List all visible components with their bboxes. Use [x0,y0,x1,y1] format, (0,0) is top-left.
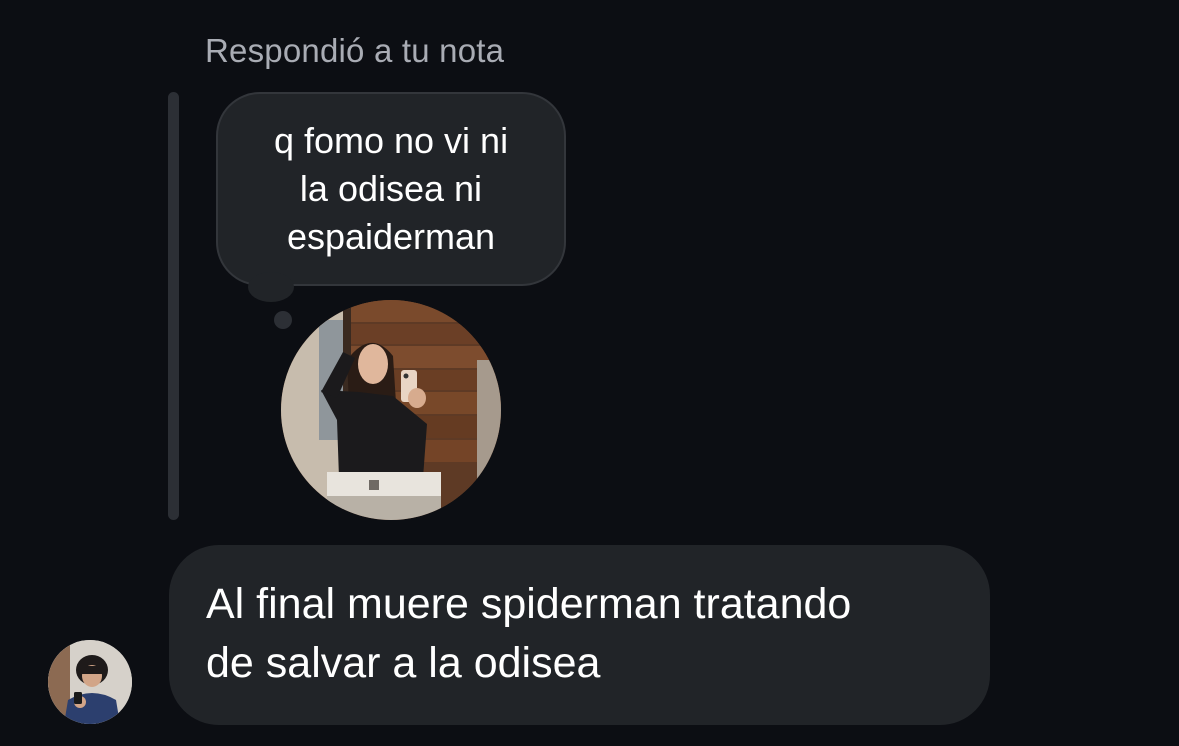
note-bubble[interactable]: q fomo no vi ni la odisea ni espaiderman [216,92,566,286]
message-bubble[interactable]: Al final muere spiderman tratando de sal… [169,545,990,725]
message-text: Al final muere spiderman tratando de sal… [206,575,954,693]
note-text-line: espaiderman [286,216,496,257]
note-thought-dot [274,311,292,329]
message-text-line: de salvar a la odisea [206,639,601,687]
profile-photo-icon [48,640,132,724]
note-author-avatar[interactable] [281,300,501,520]
note-text: q fomo no vi ni la odisea ni espaiderman [274,117,508,261]
note-text-line: q fomo no vi ni [273,120,509,161]
sender-avatar[interactable] [48,640,132,724]
chat-thread: Respondió a tu nota q fomo no vi ni la o… [0,0,1179,746]
message-text-line: Al final muere spiderman tratando [206,580,852,628]
reply-context-label: Respondió a tu nota [205,32,505,69]
note-text-line: la odisea ni [299,168,483,209]
note-thought-tail [248,272,294,302]
quote-bar [168,92,179,520]
mirror-selfie-photo-icon [281,300,501,520]
